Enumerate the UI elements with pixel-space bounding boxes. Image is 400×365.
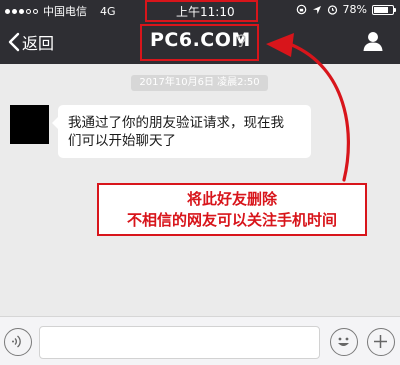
battery-icon bbox=[372, 4, 396, 15]
back-label: 返回 bbox=[22, 34, 55, 53]
alarm-icon bbox=[327, 5, 337, 15]
voice-icon bbox=[12, 335, 21, 348]
message-text-line: 们可以开始聊天了 bbox=[68, 133, 176, 149]
wechat-chat-screen: 中国电信 4G 上午11:10 78% 返回 PC6.COM 2017年10月6… bbox=[0, 0, 400, 365]
message-bubble[interactable]: 我通过了你的朋友验证请求，现在我 们可以开始聊天了 bbox=[52, 105, 311, 158]
network-type: 4G bbox=[100, 4, 116, 18]
profile-icon[interactable] bbox=[362, 30, 384, 52]
message-text-line: 我通过了你的朋友验证请求，现在我 bbox=[68, 115, 284, 131]
annotation-line-1: 将此好友删除 bbox=[186, 190, 277, 208]
chevron-left-icon bbox=[8, 32, 20, 52]
plus-icon bbox=[374, 335, 387, 348]
battery-fill bbox=[374, 6, 388, 13]
emoji-icon bbox=[338, 337, 349, 346]
chat-input-bar bbox=[0, 316, 400, 365]
annotation-line-2: 不相信的网友可以关注手机时间 bbox=[126, 211, 337, 229]
title-highlight-box bbox=[140, 24, 259, 61]
emoji-button[interactable] bbox=[330, 328, 358, 356]
avatar[interactable] bbox=[10, 105, 49, 144]
annotation-callout: 将此好友删除 不相信的网友可以关注手机时间 bbox=[97, 183, 367, 236]
battery-percent: 78% bbox=[342, 3, 367, 16]
time-highlight-box bbox=[145, 0, 258, 22]
screen-lock-icon bbox=[296, 4, 306, 15]
message-timestamp: 2017年10月6日 凌晨2:50 bbox=[131, 75, 268, 91]
more-button[interactable] bbox=[367, 328, 395, 356]
message-input[interactable] bbox=[39, 326, 320, 359]
status-right: 78% bbox=[296, 3, 396, 16]
voice-button[interactable] bbox=[4, 328, 32, 356]
back-button[interactable]: 返回 bbox=[8, 30, 54, 54]
location-icon bbox=[312, 5, 321, 14]
status-left: 中国电信 4G bbox=[5, 3, 116, 19]
carrier-name: 中国电信 bbox=[43, 5, 87, 18]
signal-strength-icon bbox=[5, 8, 38, 14]
